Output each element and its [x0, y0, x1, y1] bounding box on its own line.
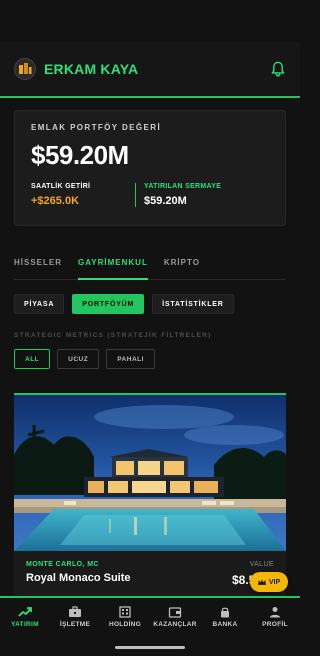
nav-holding[interactable]: HOLDİNG: [100, 598, 150, 636]
subtab-my-portfolio[interactable]: PORTFÖYÜM: [72, 294, 145, 314]
nav-business[interactable]: İŞLETME: [50, 598, 100, 636]
subtab-market[interactable]: PİYASA: [14, 294, 65, 314]
invested-capital-metric: YATIRILAN SERMAYE $59.20M: [135, 183, 221, 207]
property-card[interactable]: MONTE CARLO, MC Royal Monaco Suite VALUE…: [14, 393, 286, 601]
nav-business-label: İŞLETME: [59, 621, 91, 628]
briefcase-icon: [69, 606, 81, 617]
property-value-label: VALUE: [249, 561, 274, 568]
nav-earnings-label: KAZANÇLAR: [153, 621, 197, 628]
nav-bank[interactable]: BANKA: [200, 598, 250, 636]
portfolio-value: $59.20M: [31, 140, 129, 170]
invested-capital-value: $59.20M: [144, 195, 187, 207]
property-photo: [14, 395, 286, 551]
nav-investment-label: YATIRIM: [11, 621, 39, 628]
property-info: MONTE CARLO, MC Royal Monaco Suite VALUE…: [14, 551, 286, 601]
nav-profile[interactable]: PROFİL: [250, 598, 300, 636]
filter-expensive[interactable]: PAHALI: [106, 349, 155, 369]
real-estate-subtabs: PİYASA PORTFÖYÜM İSTATİSTİKLER: [14, 294, 286, 314]
brand-name: ERKAM KAYA: [44, 61, 139, 77]
hourly-return-value: +$265.0K: [31, 195, 80, 207]
filter-chips: ALL UCUZ PAHALI: [14, 349, 286, 369]
portfolio-metrics: SAATLİK GETİRİ +$265.0K YATIRILAN SERMAY…: [31, 183, 269, 207]
hourly-return-metric: SAATLİK GETİRİ +$265.0K: [31, 183, 135, 207]
bottom-navigation: YATIRIM İŞLETME HOLDİNG KAZANÇLAR BANKA …: [0, 596, 300, 636]
vip-button[interactable]: VIP: [250, 572, 288, 592]
tab-stocks[interactable]: HİSSELER: [14, 256, 62, 279]
home-indicator[interactable]: [115, 646, 185, 649]
invested-capital-label: YATIRILAN SERMAYE: [144, 183, 222, 190]
system-navigation-area: [0, 636, 300, 656]
nav-profile-label: PROFİL: [262, 621, 288, 628]
portfolio-summary-card: EMLAK PORTFÖY DEĞERİ $59.20M SAATLİK GET…: [14, 110, 286, 226]
user-icon: [270, 607, 280, 618]
tab-crypto[interactable]: KRİPTO: [164, 256, 200, 279]
tab-real-estate[interactable]: GAYRİMENKUL: [78, 256, 148, 280]
status-bar: [0, 0, 300, 42]
nav-bank-label: BANKA: [212, 621, 238, 628]
crest-logo-icon: [14, 58, 36, 80]
hourly-return-label: SAATLİK GETİRİ: [31, 183, 91, 190]
app-header: ERKAM KAYA: [0, 42, 300, 98]
lock-icon: [221, 607, 229, 618]
wallet-icon: [168, 607, 182, 618]
portfolio-label: EMLAK PORTFÖY DEĞERİ: [31, 123, 162, 132]
filter-section-title: STRATEGIC METRICS (STRATEJİK FİLTRELER): [14, 332, 212, 339]
nav-earnings[interactable]: KAZANÇLAR: [150, 598, 200, 636]
nav-investment[interactable]: YATIRIM: [0, 598, 50, 636]
subtab-statistics[interactable]: İSTATİSTİKLER: [152, 294, 234, 314]
building-icon: [119, 606, 131, 618]
property-location: MONTE CARLO, MC: [26, 561, 99, 568]
vip-label: VIP: [268, 578, 281, 586]
trend-up-icon: [18, 607, 32, 617]
nav-holding-label: HOLDİNG: [108, 621, 142, 628]
asset-tabs: HİSSELER GAYRİMENKUL KRİPTO: [14, 256, 286, 280]
filter-all[interactable]: ALL: [14, 349, 51, 369]
crown-icon: [257, 578, 266, 585]
filter-cheap[interactable]: UCUZ: [57, 349, 100, 369]
bell-icon[interactable]: [270, 60, 286, 78]
